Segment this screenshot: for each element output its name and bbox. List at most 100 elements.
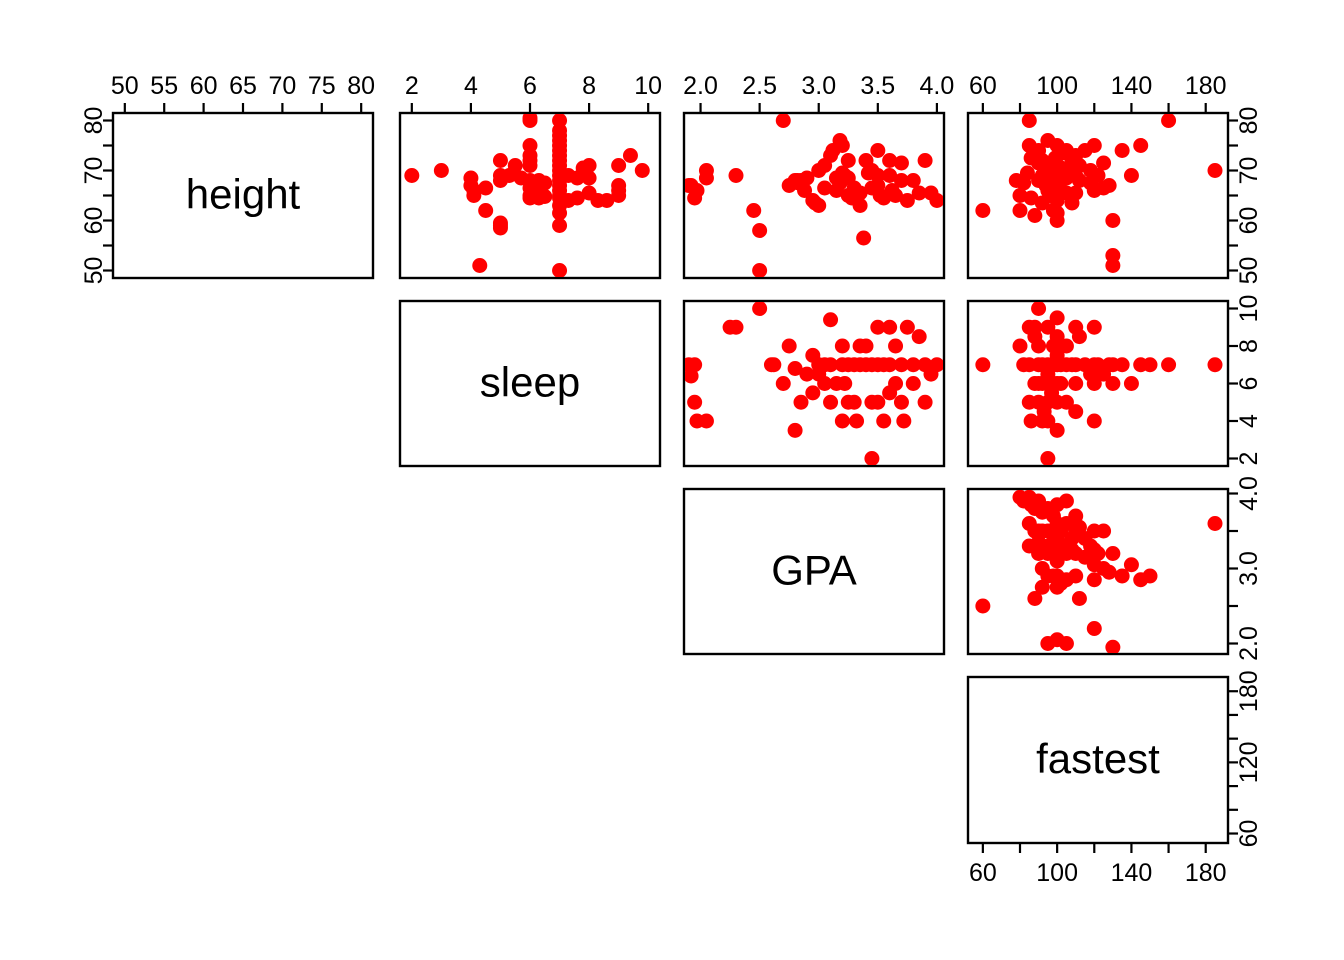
data-point <box>1105 258 1121 273</box>
data-point <box>893 155 909 171</box>
axis-tick-label: 60 <box>80 207 108 235</box>
axis-tick-label: 2.5 <box>742 72 777 100</box>
axis-tick-label: 2.0 <box>683 72 718 100</box>
data-point <box>1161 114 1177 128</box>
data-point <box>837 376 853 391</box>
data-point <box>537 189 553 204</box>
data-point <box>1040 451 1056 465</box>
data-point <box>1086 319 1102 335</box>
data-point <box>911 329 927 345</box>
data-point <box>687 394 703 410</box>
axis-tick-label: 3.5 <box>860 72 895 100</box>
diagonal-variable-label: fastest <box>1036 735 1160 782</box>
data-point <box>1207 516 1223 531</box>
data-point <box>817 180 833 196</box>
data-point <box>876 413 892 429</box>
data-point <box>1021 114 1037 128</box>
data-point <box>1083 175 1099 191</box>
data-point <box>478 203 494 218</box>
axis-tick-label: 8 <box>1235 339 1263 353</box>
data-point <box>698 170 714 186</box>
data-point <box>1142 357 1158 373</box>
axis-tick-label: 60 <box>1235 207 1263 235</box>
data-point <box>1027 376 1043 391</box>
data-point <box>917 153 933 168</box>
scatter-panel-height-vs-GPA <box>682 111 946 280</box>
axis-tick-label: 65 <box>229 72 257 100</box>
axis-tick-label: 75 <box>308 72 336 100</box>
data-point <box>846 394 862 410</box>
data-point <box>1040 636 1056 651</box>
data-point <box>581 170 597 186</box>
data-point <box>746 203 762 218</box>
axis-tick-label: 180 <box>1185 72 1227 100</box>
axis-tick-label: 60 <box>969 859 997 887</box>
scatter-panel-height-vs-fastest <box>966 111 1230 280</box>
data-point <box>1058 636 1074 651</box>
axis-tick-label: 70 <box>268 72 296 100</box>
scatter-panel-sleep-vs-GPA <box>682 299 946 468</box>
axis-tick-label: 60 <box>1235 820 1263 848</box>
data-point <box>611 158 627 173</box>
data-point <box>1096 155 1112 171</box>
scatter-panel-height-vs-sleep <box>398 111 662 280</box>
data-point <box>1068 376 1084 391</box>
data-point <box>433 163 449 178</box>
data-point <box>852 185 868 201</box>
data-point <box>870 143 886 158</box>
data-point <box>1161 357 1177 373</box>
data-point <box>1086 138 1102 153</box>
data-point <box>852 338 868 354</box>
data-point <box>1114 143 1130 158</box>
axis-tick-label: 8 <box>582 72 596 100</box>
data-point <box>1068 404 1084 420</box>
data-point <box>805 385 821 401</box>
diagonal-variable-label: sleep <box>480 359 580 406</box>
data-point <box>929 193 943 208</box>
axis-tick-label: 2 <box>1235 452 1263 466</box>
data-point <box>1055 145 1071 161</box>
axis-tick-label: 50 <box>1235 257 1263 285</box>
data-point <box>634 163 650 178</box>
data-point <box>832 175 848 191</box>
data-point <box>698 413 714 429</box>
data-point <box>1123 376 1139 391</box>
axis-tick-label: 4 <box>464 72 478 100</box>
data-point <box>1086 621 1102 636</box>
data-point <box>1044 385 1060 401</box>
data-point <box>478 180 494 196</box>
axis-tick-label: 3.0 <box>1235 551 1263 586</box>
data-point <box>1058 493 1074 509</box>
data-point <box>1031 338 1047 354</box>
pairs-plot-canvas: 50 55 60 65 70 75 80 2 4 6 8 10 2.0 2.5 3.0 3.5 4.0 60 100… <box>0 0 1344 960</box>
data-point <box>1142 568 1158 584</box>
data-point <box>882 319 898 335</box>
axis-tick-label: 100 <box>1036 72 1078 100</box>
data-point <box>823 312 839 328</box>
data-point <box>1086 413 1102 429</box>
data-point <box>781 338 797 354</box>
data-point <box>975 203 991 218</box>
data-point <box>1049 329 1065 345</box>
data-point <box>1105 376 1121 391</box>
data-point <box>1105 639 1121 653</box>
data-point <box>463 170 479 186</box>
data-point <box>1071 591 1087 606</box>
data-point <box>1027 208 1043 223</box>
data-point <box>1090 546 1106 561</box>
axis-tick-label: 4 <box>1235 414 1263 428</box>
data-point <box>849 413 865 429</box>
data-point <box>766 357 782 373</box>
data-point <box>1023 150 1039 166</box>
data-point <box>975 357 991 373</box>
data-point <box>1034 579 1050 595</box>
data-point <box>752 223 768 238</box>
axis-tick-label: 180 <box>1185 859 1227 887</box>
axis-tick-label: 4.0 <box>1235 476 1263 511</box>
diagonal-variable-label: height <box>186 171 301 218</box>
axis-tick-label: 180 <box>1235 670 1263 712</box>
data-point <box>864 451 880 465</box>
axis-tick-label: 80 <box>347 72 375 100</box>
data-point <box>537 175 553 191</box>
data-point <box>1071 158 1087 173</box>
